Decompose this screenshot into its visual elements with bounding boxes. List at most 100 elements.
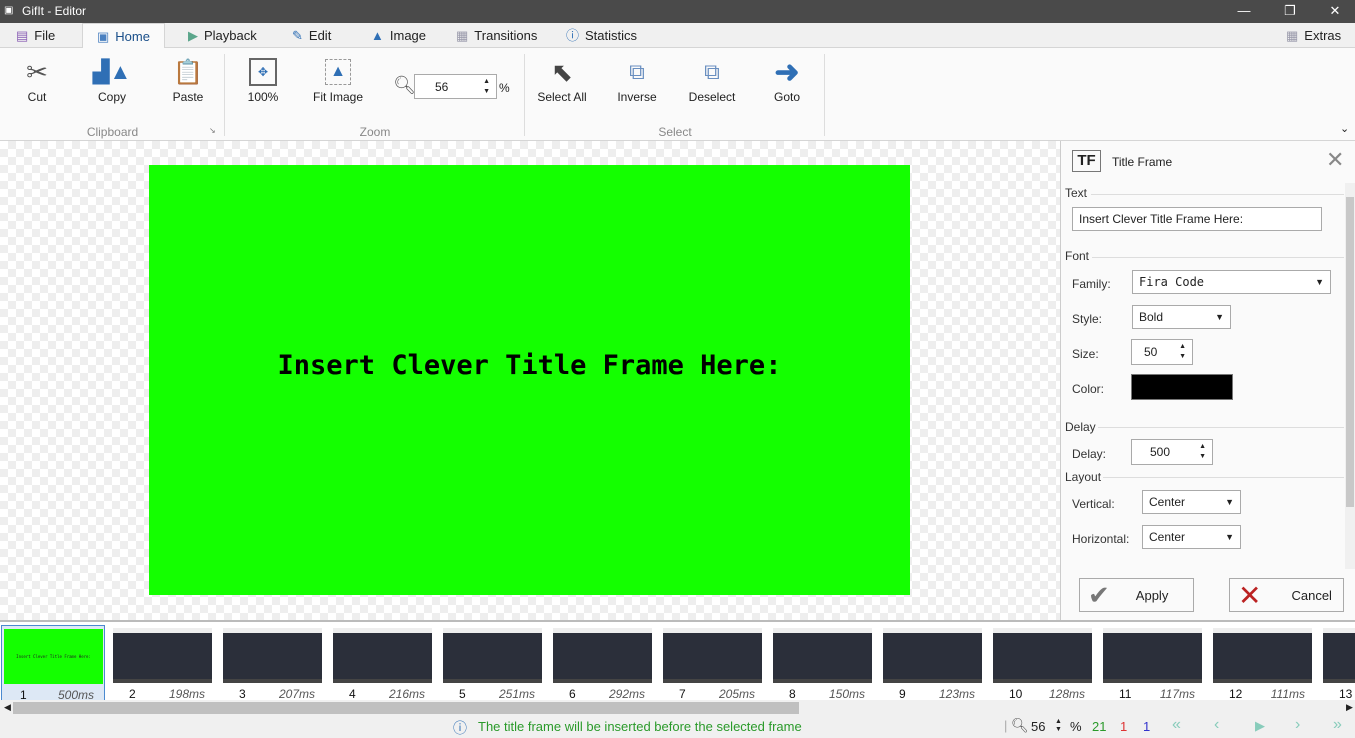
close-button[interactable]: ✕ xyxy=(1312,0,1355,23)
tab-playback[interactable]: ▶ Playback xyxy=(174,23,271,48)
apply-button[interactable]: ✔ Apply xyxy=(1079,578,1194,612)
cut-button[interactable]: ✂ Cut xyxy=(2,54,72,105)
separator xyxy=(524,54,525,136)
status-message: The title frame will be inserted before … xyxy=(478,719,802,734)
frame-thumbnail[interactable]: 9 123ms xyxy=(881,625,985,701)
scroll-left-icon[interactable]: ◀ xyxy=(4,702,11,713)
dialog-launcher-icon[interactable]: ↘ xyxy=(209,126,216,135)
fit-image-button[interactable]: ▲ Fit Image xyxy=(303,54,373,104)
status-zoom-value[interactable]: 56 xyxy=(1031,719,1045,734)
home-icon: ▣ xyxy=(97,29,110,44)
collapse-ribbon-icon[interactable]: ⌄ xyxy=(1340,122,1349,135)
ribbon-tabs: ▤ File ▣ Home ▶ Playback ✎ Edit ▲ Image ▦ Tran… xyxy=(0,23,1355,49)
frame-thumbnail[interactable]: 3 207ms xyxy=(221,625,325,701)
separator xyxy=(224,54,225,136)
frame-thumbnail[interactable]: 4 216ms xyxy=(331,625,435,701)
font-style-select[interactable]: Bold ▼ xyxy=(1132,305,1231,329)
zoom-unit: % xyxy=(499,81,510,95)
tab-label: Playback xyxy=(204,28,257,43)
zoom-input[interactable]: 56 ▲ ▼ xyxy=(414,74,497,99)
delay-stepper[interactable]: ▲ ▼ xyxy=(1199,442,1206,462)
frame-strip-scrollbar[interactable]: ◀ ▶ xyxy=(0,700,1355,716)
frame-thumbnail[interactable]: 2 198ms xyxy=(111,625,215,701)
divider xyxy=(1091,194,1344,195)
label: Apply xyxy=(1135,587,1169,603)
size-stepper[interactable]: ▲ ▼ xyxy=(1179,342,1186,362)
inverse-icon: ⧉ xyxy=(629,59,645,84)
select-all-button[interactable]: ⬉ Select All xyxy=(527,54,597,105)
frame-thumbnail[interactable]: 11 117ms xyxy=(1101,625,1205,701)
vertical-label: Vertical: xyxy=(1072,497,1115,511)
minimize-button[interactable]: — xyxy=(1221,0,1267,23)
divider xyxy=(1092,257,1344,258)
frame-preview xyxy=(553,628,652,683)
frame-thumbnail[interactable]: Insert Clever Title Frame Here: 1 500ms xyxy=(1,625,105,702)
paste-button[interactable]: 📋 Paste xyxy=(153,54,223,105)
frame-thumbnail[interactable]: 7 205ms xyxy=(661,625,765,701)
frame-thumbnail[interactable]: 8 150ms xyxy=(771,625,875,701)
close-panel-icon[interactable]: ✕ xyxy=(1326,147,1344,173)
size-label: Size: xyxy=(1072,347,1099,361)
play-button[interactable]: ▶ xyxy=(1255,718,1265,734)
tab-label: Image xyxy=(389,28,427,43)
cancel-button[interactable]: ✕ Cancel xyxy=(1229,578,1344,612)
frame-thumbnail[interactable]: 10 128ms xyxy=(991,625,1095,701)
value: Center xyxy=(1149,530,1186,544)
frame-thumbnail[interactable]: 5 251ms xyxy=(441,625,545,701)
first-frame-button[interactable]: « xyxy=(1172,716,1181,734)
frame-preview xyxy=(993,628,1092,683)
next-frame-button[interactable]: › xyxy=(1295,716,1300,734)
value: Center xyxy=(1149,495,1186,509)
frame-delay: 198ms xyxy=(168,687,205,701)
tab-image[interactable]: ▲ Image xyxy=(357,23,440,48)
frame-thumbnail[interactable]: 6 292ms xyxy=(551,625,655,701)
frame-delay: 117ms xyxy=(1159,687,1195,701)
maximize-button[interactable]: ❐ xyxy=(1267,0,1313,23)
deselect-icon: ⧉ xyxy=(704,59,720,84)
frame-delay: 251ms xyxy=(498,687,535,701)
previous-frame-button[interactable]: ‹ xyxy=(1214,716,1219,734)
tab-edit[interactable]: ✎ Edit xyxy=(278,23,345,48)
frame-thumbnail[interactable]: 13 xyxy=(1321,625,1355,701)
frame-number: 11 xyxy=(1119,687,1132,701)
last-frame-button[interactable]: » xyxy=(1333,716,1342,734)
frame-preview xyxy=(333,628,432,683)
title-text-input[interactable]: Insert Clever Title Frame Here: xyxy=(1072,207,1322,231)
deselect-button[interactable]: ⧉ Deselect xyxy=(677,54,747,104)
frame-number: 8 xyxy=(789,687,796,701)
frame-thumbnail[interactable]: 12 111ms xyxy=(1211,625,1315,701)
frame-preview xyxy=(1213,628,1312,683)
frame-delay: 128ms xyxy=(1048,687,1085,701)
horizontal-align-select[interactable]: Center ▼ xyxy=(1142,525,1241,549)
tab-transitions[interactable]: ▦ Transitions xyxy=(442,23,551,48)
frame-number: 9 xyxy=(899,687,906,701)
frame-preview: Insert Clever Title Frame Here: xyxy=(4,629,103,684)
tab-home[interactable]: ▣ Home xyxy=(82,23,165,49)
font-size-input[interactable]: 50 ▲ ▼ xyxy=(1131,339,1193,365)
horizontal-label: Horizontal: xyxy=(1072,532,1130,546)
scrollbar-thumb[interactable] xyxy=(13,702,799,714)
cursor-icon: ⬉ xyxy=(551,56,573,87)
font-family-select[interactable]: Fira Code ▼ xyxy=(1132,270,1331,294)
info-icon: ⓘ xyxy=(453,720,467,736)
font-color-picker[interactable] xyxy=(1131,374,1233,400)
arrow-right-icon: ➜ xyxy=(774,55,800,89)
copy-button[interactable]: ▟▲ Copy xyxy=(77,54,147,104)
zoom-stepper[interactable]: ▲ ▼ xyxy=(483,77,490,97)
dropdown-arrow-icon: ▼ xyxy=(1225,532,1234,542)
delay-input[interactable]: 500 ▲ ▼ xyxy=(1131,439,1213,465)
goto-button[interactable]: ➜ Goto xyxy=(752,54,822,105)
tab-file[interactable]: ▤ File xyxy=(2,23,69,48)
vertical-align-select[interactable]: Center ▼ xyxy=(1142,490,1241,514)
zoom-100-button[interactable]: ✥ 100% xyxy=(228,54,298,104)
status-zoom-unit: % xyxy=(1070,719,1082,734)
scroll-right-icon[interactable]: ▶ xyxy=(1346,702,1353,713)
status-zoom-stepper[interactable]: ▲ ▼ xyxy=(1055,718,1062,734)
inverse-button[interactable]: ⧉ Inverse xyxy=(602,54,672,104)
expand-arrows-icon: ✥ xyxy=(228,54,298,90)
tab-statistics[interactable]: ⓘ Statistics xyxy=(552,23,651,48)
tab-extras[interactable]: ▦ Extras xyxy=(1272,23,1355,48)
editor-canvas: Insert Clever Title Frame Here: xyxy=(0,141,1060,620)
frame-preview xyxy=(773,628,872,683)
panel-scrollbar[interactable] xyxy=(1345,183,1355,569)
